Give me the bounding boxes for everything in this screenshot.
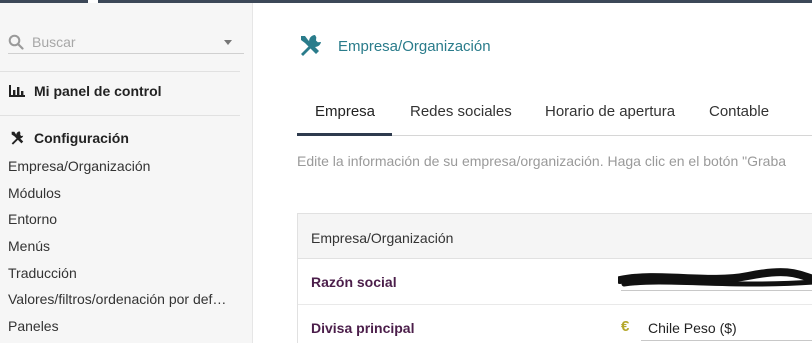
tab-bar: Empresa Redes sociales Horario de apertu… — [297, 93, 812, 136]
company-name-underline — [621, 290, 812, 291]
search-icon — [8, 34, 24, 50]
page-header: Empresa/Organización — [297, 33, 491, 59]
sidebar-item-paneles[interactable]: Paneles — [8, 318, 244, 334]
menu-dashboard[interactable]: Mi panel de control — [8, 83, 162, 99]
search-box[interactable]: Buscar — [8, 30, 244, 54]
menu-configuration-label: Configuración — [34, 130, 129, 146]
company-name-label: Razón social — [311, 274, 397, 290]
sidebar: Buscar Mi panel de control Configuración… — [0, 3, 253, 343]
tab-empresa[interactable]: Empresa — [315, 103, 375, 120]
currency-label: Divisa principal — [311, 320, 415, 336]
sidebar-item-modulos[interactable]: Módulos — [8, 185, 244, 201]
menu-divider — [0, 115, 240, 116]
form-row-company-name: Razón social — [298, 260, 812, 305]
company-form: Empresa/Organización Razón social Divisa… — [297, 213, 812, 343]
sidebar-item-entorno[interactable]: Entorno — [8, 211, 244, 227]
tab-contable[interactable]: Contable — [709, 103, 769, 120]
page-description: Edite la información de su empresa/organ… — [297, 153, 787, 169]
sidebar-item-traduccion[interactable]: Traducción — [8, 265, 244, 281]
chart-icon — [9, 85, 25, 97]
sidebar-item-valores[interactable]: Valores/filtros/ordenación por def… — [8, 291, 244, 307]
active-tab-indicator — [297, 133, 392, 136]
tab-redes-sociales[interactable]: Redes sociales — [410, 103, 512, 120]
menu-configuration[interactable]: Configuración — [8, 130, 129, 146]
menu-dashboard-label: Mi panel de control — [34, 83, 162, 99]
form-row-currency: Divisa principal € Chile Peso ($) — [298, 306, 812, 343]
tab-horario-apertura[interactable]: Horario de apertura — [545, 103, 675, 120]
chevron-down-icon[interactable] — [224, 40, 232, 45]
page-title: Empresa/Organización — [338, 37, 491, 55]
form-section-header: Empresa/Organización — [298, 214, 812, 259]
redacted-company-name-field[interactable] — [618, 268, 812, 290]
euro-icon: € — [621, 318, 630, 335]
search-underline — [8, 53, 244, 54]
tools-icon — [11, 131, 24, 145]
menu-divider — [0, 71, 240, 72]
currency-underline — [641, 340, 812, 341]
sidebar-item-menus[interactable]: Menús — [8, 238, 244, 254]
sidebar-item-empresa[interactable]: Empresa/Organización — [8, 158, 244, 174]
form-section-title: Empresa/Organización — [311, 230, 454, 246]
currency-select[interactable]: Chile Peso ($) — [648, 320, 737, 336]
main-content: Empresa/Organización Empresa Redes socia… — [254, 3, 812, 343]
tools-icon — [301, 35, 321, 56]
search-input[interactable]: Buscar — [32, 34, 76, 50]
